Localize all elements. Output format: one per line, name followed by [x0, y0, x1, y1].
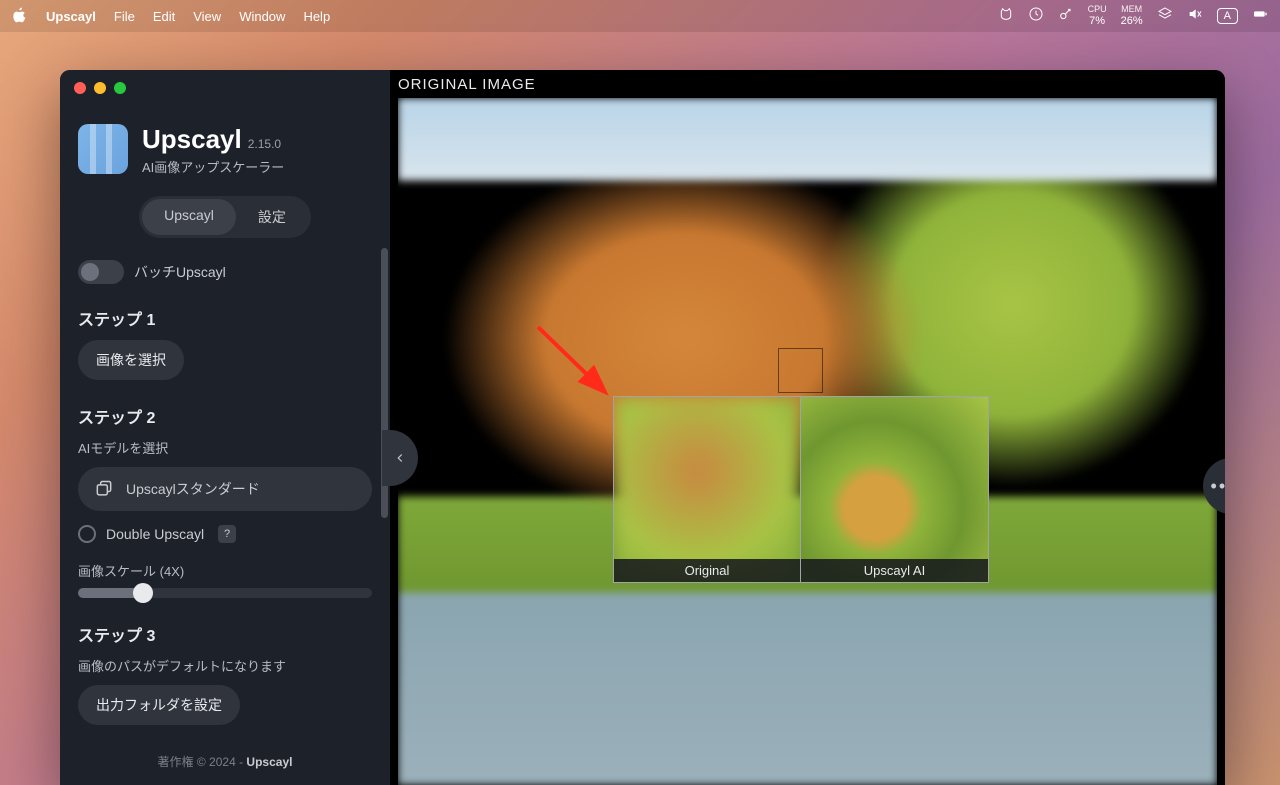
compare-popup: Original Upscayl AI [613, 396, 989, 583]
menubar-app-name[interactable]: Upscayl [46, 9, 96, 24]
double-upscayl-help[interactable]: ? [218, 525, 236, 543]
select-image-button[interactable]: 画像を選択 [78, 340, 184, 380]
apple-logo-icon[interactable] [12, 7, 28, 26]
double-upscayl-radio[interactable] [78, 525, 96, 543]
chevron-left-icon [393, 451, 407, 465]
app-window: Upscayl2.15.0 AI画像アップスケーラー Upscayl 設定 バッ… [60, 70, 1225, 785]
step-2-section: ステップ 2 AIモデルを選択 Upscaylスタンダード Double Ups… [78, 404, 372, 598]
step-1-title: ステップ 1 [78, 306, 372, 330]
window-zoom-button[interactable] [114, 82, 126, 94]
step-1-section: ステップ 1 画像を選択 [78, 306, 372, 380]
layers-icon[interactable] [1157, 6, 1173, 25]
scale-slider[interactable] [78, 588, 372, 598]
battery-icon[interactable] [1252, 6, 1268, 25]
zoom-selection-box[interactable] [778, 348, 823, 393]
input-mode-indicator[interactable]: A [1217, 8, 1238, 24]
macos-menubar: Upscayl File Edit View Window Help CPU7%… [0, 0, 1280, 32]
compare-upscayl-caption: Upscayl AI [801, 559, 988, 582]
double-upscayl-row: Double Upscayl ? [78, 525, 372, 543]
step-3-title: ステップ 3 [78, 622, 372, 646]
app-version: 2.15.0 [248, 137, 281, 151]
annotation-arrow [533, 322, 623, 417]
menubar-item-view[interactable]: View [193, 9, 221, 24]
sidebar-footer: 著作権 © 2024 - Upscayl [78, 753, 372, 770]
batch-toggle[interactable] [78, 260, 124, 284]
window-traffic-lights [74, 82, 126, 94]
window-close-button[interactable] [74, 82, 86, 94]
model-select[interactable]: Upscaylスタンダード [78, 467, 372, 511]
volume-mute-icon[interactable] [1187, 6, 1203, 25]
step-2-subtitle: AIモデルを選択 [78, 438, 372, 457]
cpu-stat[interactable]: CPU7% [1088, 5, 1107, 27]
step-3-section: ステップ 3 画像のパスがデフォルトになります 出力フォルダを設定 [78, 622, 372, 725]
history-icon[interactable] [1028, 6, 1044, 25]
scale-label: 画像スケール (4X) [78, 561, 372, 580]
window-minimize-button[interactable] [94, 82, 106, 94]
cat-icon[interactable] [998, 6, 1014, 25]
step-3-subtitle: 画像のパスがデフォルトになります [78, 656, 372, 675]
batch-toggle-label: バッチUpscayl [134, 262, 226, 282]
sidebar: Upscayl2.15.0 AI画像アップスケーラー Upscayl 設定 バッ… [60, 70, 390, 785]
tab-settings[interactable]: 設定 [236, 199, 308, 235]
original-image-label: ORIGINAL IMAGE [398, 76, 536, 93]
key-icon[interactable] [1058, 6, 1074, 25]
mem-stat[interactable]: MEM26% [1121, 5, 1143, 27]
set-output-folder-button[interactable]: 出力フォルダを設定 [78, 685, 240, 725]
app-brand: Upscayl2.15.0 AI画像アップスケーラー [78, 124, 372, 176]
step-2-title: ステップ 2 [78, 404, 372, 428]
mode-tabs: Upscayl 設定 [139, 196, 311, 238]
app-title: Upscayl2.15.0 [142, 124, 281, 155]
tab-upscayl[interactable]: Upscayl [142, 199, 236, 235]
menubar-item-help[interactable]: Help [303, 9, 330, 24]
app-logo-icon [78, 124, 128, 174]
batch-toggle-row: バッチUpscayl [78, 260, 372, 284]
menubar-item-edit[interactable]: Edit [153, 9, 175, 24]
compare-original-pane: Original [614, 397, 801, 582]
compare-original-caption: Original [614, 559, 800, 582]
app-subtitle: AI画像アップスケーラー [142, 157, 284, 176]
double-upscayl-label: Double Upscayl [106, 526, 204, 542]
preview-viewport[interactable]: Original Upscayl AI [398, 98, 1217, 785]
image-preview-area: ORIGINAL IMAGE Original Upscayl AI [390, 70, 1225, 785]
image-stack-icon [94, 479, 114, 499]
ellipsis-icon: ••• [1211, 476, 1225, 497]
compare-upscayl-pane: Upscayl AI [801, 397, 988, 582]
model-select-value: Upscaylスタンダード [126, 479, 260, 499]
menubar-item-file[interactable]: File [114, 9, 135, 24]
menubar-item-window[interactable]: Window [239, 9, 285, 24]
